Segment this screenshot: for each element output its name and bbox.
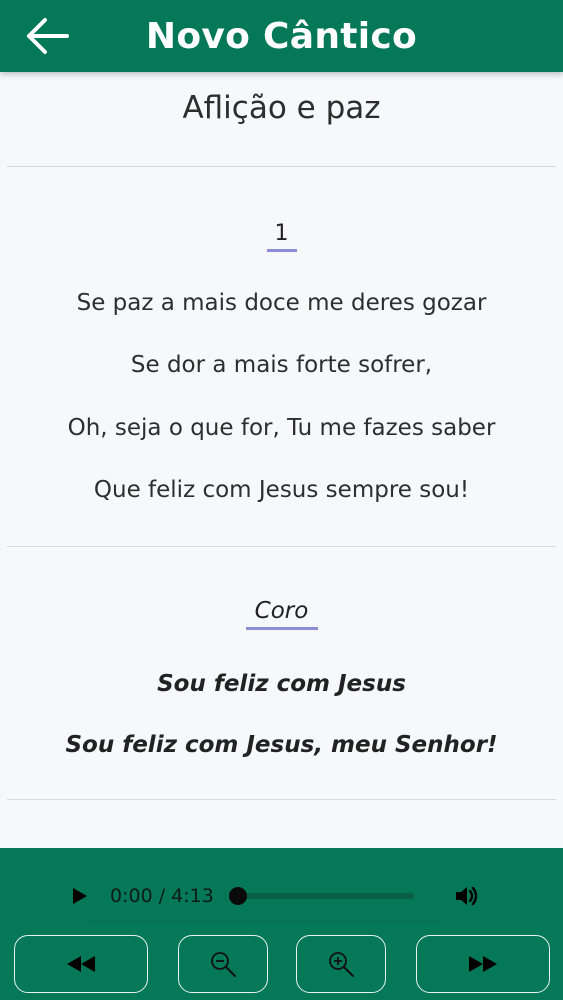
audio-controls: 0:00 / 4:13 — [60, 868, 506, 923]
divider — [7, 546, 556, 547]
play-icon — [73, 887, 87, 904]
chorus-line: Sou feliz com Jesus — [157, 671, 406, 697]
time-display: 0:00 / 4:13 — [110, 884, 214, 907]
zoom-out-button[interactable] — [178, 935, 268, 993]
divider — [7, 799, 556, 800]
rewind-button[interactable] — [14, 935, 148, 993]
divider — [7, 166, 556, 167]
app-header: Novo Cântico — [0, 0, 563, 72]
seek-bar[interactable] — [229, 886, 414, 905]
back-button[interactable] — [22, 14, 72, 58]
zoom-in-icon — [329, 952, 354, 977]
zoom-in-button[interactable] — [296, 935, 386, 993]
rewind-icon — [67, 956, 95, 972]
play-button[interactable] — [60, 876, 100, 916]
verse-line: Se dor a mais forte sofrer, — [130, 352, 433, 378]
zoom-out-icon — [211, 952, 236, 977]
song-content: Aflição e paz 1 Se paz a mais doce me de… — [0, 72, 563, 848]
volume-button[interactable] — [450, 879, 484, 913]
chorus-line: Sou feliz com Jesus, meu Senhor! — [65, 732, 498, 758]
seek-thumb[interactable] — [229, 886, 247, 905]
verse-line: Que feliz com Jesus sempre sou! — [93, 477, 470, 503]
app-title: Novo Cântico — [145, 15, 418, 57]
arrow-left-icon — [27, 18, 69, 54]
player-separator — [90, 921, 440, 922]
verse-line: Oh, seja o que for, Tu me fazes saber — [67, 415, 496, 441]
volume-icon — [456, 886, 478, 905]
verse-line: Se paz a mais doce me deres gozar — [76, 290, 487, 316]
song-title: Aflição e paz — [182, 90, 381, 126]
fast-forward-button[interactable] — [416, 935, 550, 993]
chorus-label: Coro — [254, 598, 309, 624]
verse-number-underline — [267, 249, 297, 252]
audio-player: 0:00 / 4:13 — [0, 848, 563, 1000]
chorus-label-underline — [246, 627, 318, 630]
verse-number: 1 — [274, 221, 289, 246]
fast-forward-icon — [469, 956, 497, 972]
